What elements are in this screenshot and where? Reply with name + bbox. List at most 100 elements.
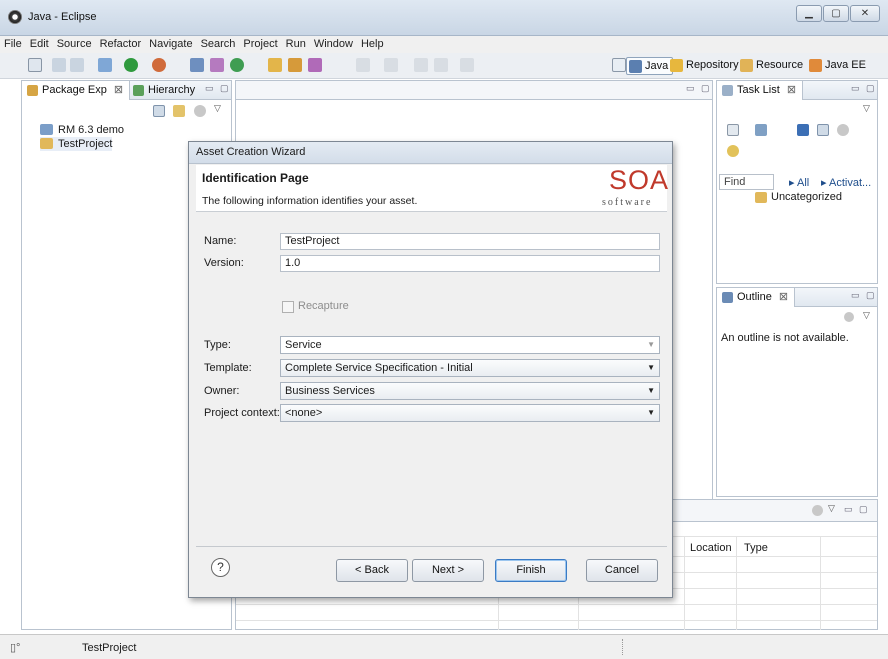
perspective-javaee[interactable]: Java EE [807,57,870,75]
chevron-down-icon[interactable]: ▽ [214,103,221,114]
filter-all-link[interactable]: ▸ All [789,176,809,189]
chevron-down-icon: ▼ [647,386,655,395]
back-nav-icon[interactable] [414,58,428,72]
owner-select[interactable]: Business Services ▼ [280,382,660,400]
tab-outline[interactable]: Outline ⊠ [717,288,796,307]
minimize-button[interactable]: ▁ [796,5,822,22]
link-with-editor-icon[interactable] [173,105,185,117]
template-label: Template: [204,362,252,374]
categorize-icon[interactable] [755,124,767,136]
search-icon[interactable] [288,58,302,72]
annotation-icon[interactable] [308,58,322,72]
chevron-down-icon[interactable]: ▽ [863,310,870,321]
package-explorer-tabs: Package Exp ⊠ Hierarchy ▭ ▢ [22,81,231,100]
focus-icon[interactable] [797,124,809,136]
perspective-repository[interactable]: Repository [668,57,743,75]
forward-icon[interactable] [460,58,474,72]
close-tab-icon[interactable]: ⊠ [787,84,796,96]
tab-hierarchy[interactable]: Hierarchy [128,81,201,100]
perspective-java[interactable]: Java [626,57,674,75]
tree-item-rm-demo[interactable]: RM 6.3 demo [40,123,124,137]
external-tools-icon[interactable] [152,58,166,72]
close-tab-icon[interactable]: ⊠ [114,84,123,96]
version-field[interactable]: 1.0 [280,255,660,272]
menu-file[interactable]: File [0,36,26,50]
back-button[interactable]: < Back [336,559,408,582]
new-class-icon[interactable] [230,58,244,72]
window-titlebar: Java - Eclipse ▁ ▢ ✕ [0,0,888,36]
recapture-label: Recapture [298,300,349,312]
collapse-all-icon[interactable] [153,105,165,117]
column-header-type[interactable]: Type [744,542,768,554]
type-select[interactable]: Service ▼ [280,336,660,354]
outline-message: An outline is not available. [721,332,849,344]
menu-window[interactable]: Window [310,36,357,50]
owner-label: Owner: [204,385,240,397]
tree-item-testproject[interactable]: TestProject [40,137,113,151]
save-icon[interactable] [52,58,66,72]
run-icon[interactable] [124,58,138,72]
menu-refactor[interactable]: Refactor [96,36,146,50]
back-icon[interactable] [434,58,448,72]
view-menu-icon[interactable] [844,312,854,322]
task-find-input[interactable]: Find [719,174,774,190]
dialog-header: Identification Page The following inform… [196,165,668,212]
next-button[interactable]: Next > [412,559,484,582]
menu-project[interactable]: Project [239,36,281,50]
folder-icon [40,138,53,149]
menu-search[interactable]: Search [197,36,240,50]
maximize-button[interactable]: ▢ [823,5,849,22]
tree-item-label: TestProject [58,138,113,150]
menu-edit[interactable]: Edit [26,36,53,50]
view-menu-icon[interactable] [812,505,823,516]
activate-task-icon[interactable] [727,145,739,157]
next-annotation-icon[interactable] [356,58,370,72]
chevron-down-icon[interactable]: ▽ [863,103,870,114]
column-header-location[interactable]: Location [690,542,732,554]
finish-button[interactable]: Finish [495,559,567,582]
new-package-icon[interactable] [210,58,224,72]
print-icon[interactable] [70,58,84,72]
dialog-title: Asset Creation Wizard [189,142,672,164]
new-task-icon[interactable] [727,124,739,136]
asset-creation-wizard-dialog: Asset Creation Wizard Identification Pag… [188,141,673,598]
minimize-maximize-icon[interactable]: ▭ ▢ [851,290,877,301]
minimize-maximize-icon[interactable]: ▭ ▢ [844,504,870,515]
recapture-checkbox[interactable]: Recapture [282,300,349,313]
chevron-down-icon[interactable]: ▽ [828,503,835,514]
task-list-tabs: Task List ⊠ ▭ ▢ [717,81,877,100]
tab-package-explorer[interactable]: Package Exp ⊠ [22,81,131,100]
outline-panel: Outline ⊠ ▭ ▢ ▽ An outline is not availa… [716,287,878,497]
filter-activate-link[interactable]: ▸ Activat... [821,176,871,189]
help-icon[interactable]: ? [211,558,230,577]
menu-navigate[interactable]: Navigate [145,36,196,50]
fast-view-icon[interactable]: ▯° [10,641,20,654]
previous-annotation-icon[interactable] [384,58,398,72]
dialog-separator [196,546,667,547]
menu-help[interactable]: Help [357,36,388,50]
minimize-maximize-icon[interactable]: ▭ ▢ [205,83,231,94]
close-button[interactable]: ✕ [850,5,880,22]
menu-source[interactable]: Source [53,36,96,50]
page-title: Identification Page [202,171,309,185]
perspective-resource[interactable]: Resource [738,57,807,75]
cancel-button[interactable]: Cancel [586,559,658,582]
open-type-icon[interactable] [268,58,282,72]
tab-task-list[interactable]: Task List ⊠ [717,81,804,100]
open-perspective-icon[interactable] [612,58,626,72]
collapse-all-icon[interactable] [817,124,829,136]
new-icon[interactable] [28,58,42,72]
new-java-project-icon[interactable] [190,58,204,72]
project-context-select[interactable]: <none> ▼ [280,404,660,422]
template-select[interactable]: Complete Service Specification - Initial… [280,359,660,377]
category-uncategorized[interactable]: Uncategorized [755,191,842,203]
editor-minmax-icon[interactable]: ▭ ▢ [686,83,712,94]
close-tab-icon[interactable]: ⊠ [779,291,788,303]
name-field[interactable]: TestProject [280,233,660,250]
view-menu-icon[interactable] [837,124,849,136]
minimize-maximize-icon[interactable]: ▭ ▢ [851,83,877,94]
view-menu-icon[interactable] [194,105,206,117]
menu-run[interactable]: Run [282,36,310,50]
debug-icon[interactable] [98,58,112,72]
status-divider [622,639,623,655]
